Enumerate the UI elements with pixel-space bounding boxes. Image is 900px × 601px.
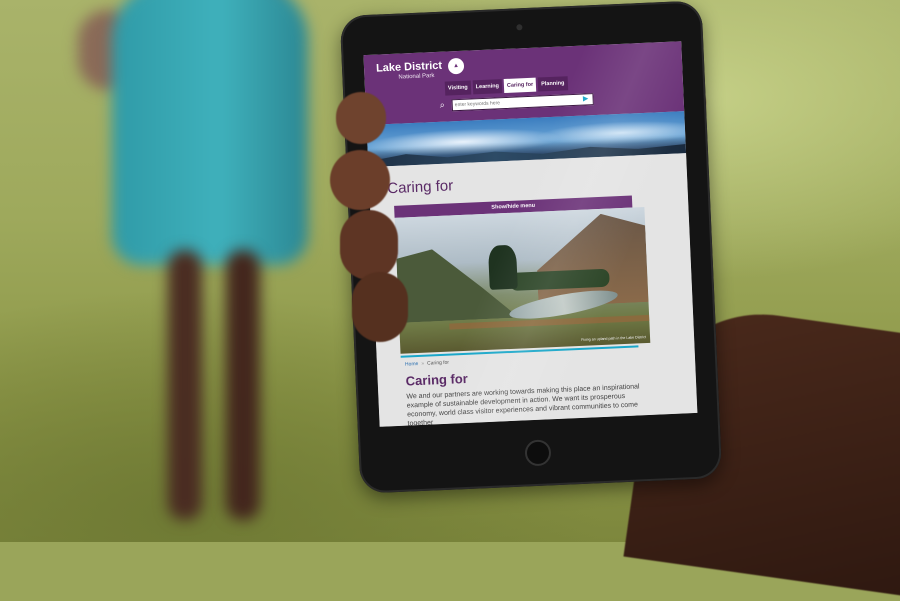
finger-3: [340, 210, 398, 280]
intro-paragraph: We and our partners are working towards …: [406, 383, 640, 427]
nav-tab-visiting[interactable]: Visiting: [444, 80, 472, 96]
logo-subtitle: National Park: [398, 73, 435, 81]
search-bar: ▶: [451, 93, 594, 112]
photo-caption: Fixing an upland path in the Lake Distri…: [581, 335, 647, 342]
tablet-device: Lake District National Park ▲ Visiting L…: [0, 0, 900, 542]
breadcrumb: Home» Caring for: [405, 360, 449, 368]
finger-2: [330, 150, 390, 210]
nav-tab-planning[interactable]: Planning: [537, 76, 568, 92]
feature-photo: Fixing an upland path in the Lake Distri…: [394, 207, 651, 354]
main-content: Caring for Show/hide menu Fixing an upla…: [368, 153, 698, 427]
breadcrumb-separator-icon: »: [421, 360, 425, 367]
mountain-logo-icon[interactable]: ▲: [447, 57, 465, 75]
home-button[interactable]: [524, 439, 552, 467]
camera-lens: [516, 24, 523, 31]
photo-pine-tree: [487, 244, 518, 290]
breadcrumb-home-link[interactable]: Home: [405, 361, 419, 368]
nav-tab-learning[interactable]: Learning: [472, 79, 503, 95]
arrow-right-icon[interactable]: ▶: [581, 95, 589, 103]
page-title: Caring for: [405, 370, 469, 389]
tablet-screen: Lake District National Park ▲ Visiting L…: [363, 41, 698, 427]
nav-tab-caring-for[interactable]: Caring for: [503, 77, 537, 94]
finger-4: [352, 272, 408, 342]
search-icon: ⌕: [439, 99, 445, 110]
section-heading: Caring for: [386, 177, 454, 198]
search-input[interactable]: [452, 95, 582, 110]
main-nav: Visiting Learning Caring for Planning: [444, 76, 568, 96]
finger-1: [336, 92, 386, 144]
breadcrumb-current: Caring for: [426, 359, 450, 367]
